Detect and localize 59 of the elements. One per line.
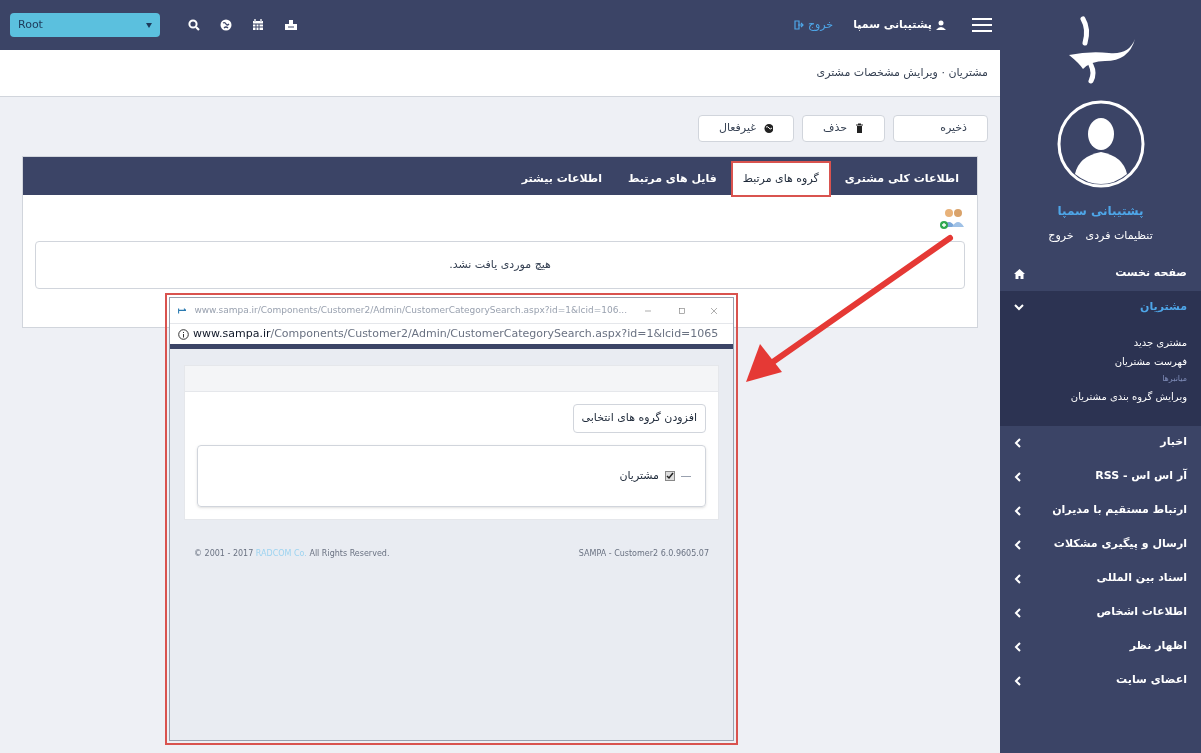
sidebar-item[interactable]: آر اس اس - RSS [1000,459,1201,494]
tab[interactable]: اطلاعات کلی مشتری [834,163,969,195]
sidebar-item[interactable]: ارسال و پیگیری مشکلات [1000,527,1201,562]
submenu-item[interactable]: فهرست مشتریان [1014,353,1187,369]
submenu-item[interactable]: مشتری جدید [1014,334,1187,350]
toolbar-button[interactable]: غیرفعال [697,115,794,142]
scope-dropdown[interactable]: Root [10,13,160,37]
sidebar-item[interactable]: اسناد بین المللی [1000,561,1201,596]
chevron-left-icon [1014,675,1021,686]
empty-message: هیچ موردی یافت نشد. [449,256,551,273]
chevron-left-icon [1014,505,1021,516]
menu-icon[interactable] [972,18,992,32]
globe-icon[interactable] [220,19,232,31]
sidebar-item[interactable]: اظهار نظر [1000,629,1201,664]
sidebar-item[interactable]: صفحه نخست [1000,256,1201,291]
toolbar-button[interactable]: حذف [802,115,885,142]
checkbox[interactable] [665,471,675,481]
logout-link[interactable]: خروج [793,16,834,34]
sidebar-item[interactable]: مشتریان [1000,290,1201,325]
toolbar-button[interactable]: ذخیره [893,115,988,142]
globe-icon [764,123,773,134]
chevron-left-icon [1014,471,1021,482]
add-group-icon[interactable] [939,207,965,231]
trash-icon [855,123,864,134]
logout-icon [793,20,804,30]
copyright-text: © 2001 - 2017 RADCOM Co. All Rights Reserved. [194,548,390,560]
user-name: پشتیبانی سمپا [853,16,932,33]
window-title: www.sampa.ir/Components/Customer2/Admin/CustomerCategorySearch.aspx?id=1&lcid=106... [194,303,628,317]
tab[interactable]: اطلاعات بیشتر [511,163,612,195]
tree-item-label[interactable]: مشتریان [619,467,659,485]
breadcrumb: مشتریان · ویرایش مشخصات مشتری [816,64,988,81]
sidebar-link[interactable]: تنظیمات فردی [1085,228,1153,245]
chevron-left-icon [1014,573,1021,584]
user-icon [936,20,946,30]
chevron-down-icon [1014,304,1024,311]
submenu-heading: میانبرها [1161,372,1187,385]
chevron-left-icon [1014,607,1021,618]
chevron-left-icon [1014,539,1021,550]
sidebar-user-name: پشتیبانی سمپا [1056,203,1145,220]
version-text: SAMPA - Customer2 6.0.9605.07 [578,548,709,560]
submenu-item[interactable]: ویرایش گروه بندی مشتریان [1014,388,1187,404]
sidebar-item[interactable]: اخبار [1000,425,1201,460]
chevron-left-icon [1014,641,1021,652]
add-groups-button[interactable]: افزودن گروه های انتخابی [572,404,706,433]
avatar-icon [1056,100,1145,188]
search-icon[interactable] [188,19,200,31]
tab[interactable]: فایل های مرتبط [617,163,727,195]
caret-icon [146,22,152,28]
sidebar-item[interactable]: اطلاعات اشخاص [1000,595,1201,630]
sidebar-link[interactable]: خروج [1048,228,1074,245]
chevron-left-icon [1014,437,1021,448]
tab[interactable]: گروه های مرتبط [732,163,829,195]
sidebar-item[interactable]: اعضای سایت [1000,663,1201,698]
home-icon [1014,268,1025,279]
info-icon [178,328,189,340]
calendar-icon[interactable] [252,19,264,31]
inbox-icon[interactable] [284,19,298,31]
favicon-icon [178,306,187,315]
sidebar-item[interactable]: ارتباط مستقیم با مدیران [1000,493,1201,528]
